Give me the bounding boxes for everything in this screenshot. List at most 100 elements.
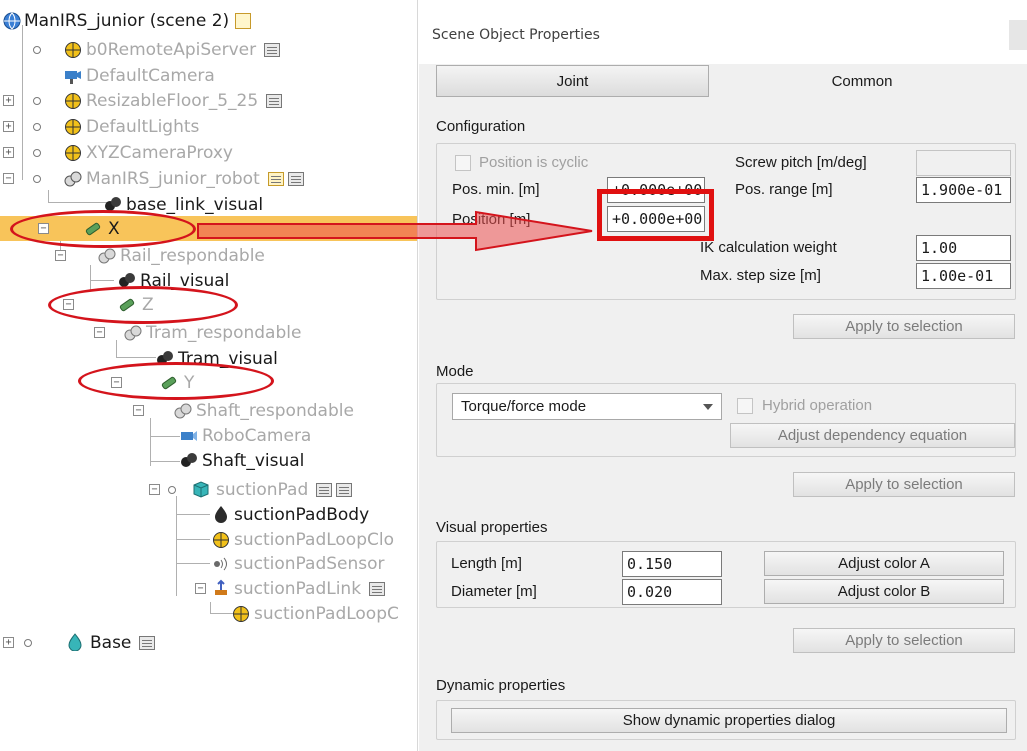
apply-visual-button[interactable]: Apply to selection (793, 628, 1015, 653)
expand-icon[interactable]: + (3, 121, 14, 132)
model-properties-icon (266, 93, 283, 108)
screw-pitch-input[interactable] (916, 150, 1011, 176)
show-dynamic-properties-label: Show dynamic properties dialog (622, 712, 836, 729)
collapse-icon[interactable]: − (38, 223, 49, 234)
tree-item-defaultlights[interactable]: + DefaultLights (0, 114, 417, 139)
dummy-icon (65, 145, 81, 161)
shape-icon (157, 351, 173, 365)
collapse-icon[interactable]: − (55, 250, 66, 261)
diameter-input[interactable]: 0.020 (622, 579, 722, 605)
shape-icon (119, 273, 135, 287)
shape-icon (181, 453, 197, 467)
position-input[interactable]: +0.000e+00 (607, 206, 705, 232)
model-dot-icon (33, 175, 41, 183)
length-input[interactable]: 0.150 (622, 551, 722, 577)
expand-icon[interactable]: + (3, 147, 14, 158)
tree-item-suctionpadsensor[interactable]: suctionPadSensor (0, 551, 417, 576)
tree-item-label: suctionPadBody (234, 504, 370, 525)
tab-joint-label: Joint (556, 72, 589, 90)
shape-icon (215, 506, 227, 523)
expand-icon[interactable]: + (3, 637, 14, 648)
close-button[interactable] (1009, 20, 1027, 50)
diameter-label: Diameter [m] (451, 583, 537, 600)
apply-configuration-button[interactable]: Apply to selection (793, 314, 1015, 339)
adjust-dependency-button[interactable]: Adjust dependency equation (730, 423, 1015, 448)
position-cyclic-checkbox[interactable] (455, 155, 471, 171)
adjust-color-b-button[interactable]: Adjust color B (764, 579, 1004, 604)
scene-hierarchy[interactable]: ManIRS_junior (scene 2) b0RemoteApiServe… (0, 0, 418, 751)
collapse-icon[interactable]: − (3, 173, 14, 184)
tree-item-joint-x[interactable]: − X (0, 216, 417, 241)
tree-item-shaft-visual[interactable]: Shaft_visual (0, 448, 417, 473)
max-step-input[interactable]: 1.00e-01 (916, 263, 1011, 289)
tree-item-suctionpadloopc[interactable]: suctionPadLoopC (0, 601, 417, 626)
tab-common-label: Common (831, 72, 893, 90)
tree-item-b0remoteapiserver[interactable]: b0RemoteApiServer (0, 37, 417, 62)
globe-icon (3, 12, 21, 30)
apply-visual-label: Apply to selection (845, 632, 963, 649)
tree-item-label: XYZCameraProxy (86, 142, 233, 163)
ik-weight-input[interactable]: 1.00 (916, 235, 1011, 261)
tree-item-scene-root[interactable]: ManIRS_junior (scene 2) (0, 8, 417, 33)
tree-item-suctionpad[interactable]: − suctionPad (0, 477, 417, 502)
expand-icon[interactable]: + (3, 95, 14, 106)
tree-item-label: ManIRS_junior (scene 2) (24, 10, 230, 31)
collapse-icon[interactable]: − (149, 484, 160, 495)
tab-common[interactable]: Common (711, 65, 1013, 97)
pos-range-input[interactable]: 1.900e-01 (916, 177, 1011, 203)
collapse-icon[interactable]: − (63, 299, 74, 310)
tree-item-label: ResizableFloor_5_25 (86, 90, 259, 111)
tree-item-rail-respondable[interactable]: − Rail_respondable (0, 243, 417, 268)
pos-min-input[interactable]: +0.000e+00 (607, 177, 705, 203)
tree-item-suctionpadloopclo[interactable]: suctionPadLoopClo (0, 527, 417, 552)
tree-item-base-link-visual[interactable]: base_link_visual (0, 192, 417, 217)
model-dot-icon (33, 97, 41, 105)
tree-item-defaultcamera[interactable]: DefaultCamera (0, 63, 417, 88)
collapse-icon[interactable]: − (94, 327, 105, 338)
tree-item-suctionpadbody[interactable]: suctionPadBody (0, 502, 417, 527)
model-properties-icon (139, 635, 156, 650)
tree-item-label: X (108, 218, 120, 239)
model-dot-icon (33, 123, 41, 131)
tree-item-tram-respondable[interactable]: − Tram_respondable (0, 320, 417, 345)
tree-item-rail-visual[interactable]: Rail_visual (0, 268, 417, 293)
dummy-icon (213, 532, 229, 548)
model-properties-icon (287, 171, 304, 186)
tab-joint[interactable]: Joint (436, 65, 709, 97)
collapse-icon[interactable]: − (195, 583, 206, 594)
chevron-down-icon (703, 404, 713, 410)
adjust-color-a-button[interactable]: Adjust color A (764, 551, 1004, 576)
show-dynamic-properties-button[interactable]: Show dynamic properties dialog (451, 708, 1007, 733)
tree-item-label: suctionPadLoopClo (234, 529, 394, 550)
apply-mode-button[interactable]: Apply to selection (793, 472, 1015, 497)
tree-item-robocamera[interactable]: RoboCamera (0, 423, 417, 448)
tree-item-label: base_link_visual (126, 194, 264, 215)
pos-range-label: Pos. range [m] (735, 181, 833, 198)
mode-select[interactable]: Torque/force mode (452, 393, 722, 420)
tree-item-suctionpadlink[interactable]: − suctionPadLink (0, 576, 417, 601)
model-dot-icon (168, 486, 176, 494)
tree-item-tram-visual[interactable]: Tram_visual (0, 346, 417, 371)
shape-icon (174, 403, 192, 419)
tree-item-joint-y[interactable]: − Y (0, 370, 417, 395)
collapse-icon[interactable]: − (111, 377, 122, 388)
configuration-group: Position is cyclic Screw pitch [m/deg] P… (436, 143, 1016, 300)
model-properties-icon (316, 482, 333, 497)
script-icon (267, 171, 284, 186)
collapse-icon[interactable]: − (133, 405, 144, 416)
tree-item-label: suctionPadSensor (234, 553, 385, 574)
tree-item-base[interactable]: + Base (0, 630, 417, 655)
tree-item-label: RoboCamera (202, 425, 312, 446)
tree-item-xyzcameraproxy[interactable]: + XYZCameraProxy (0, 140, 417, 165)
tree-item-label: Shaft_respondable (196, 400, 354, 421)
model-dot-icon (33, 149, 41, 157)
dialog-title: Scene Object Properties (432, 27, 600, 43)
tree-item-resizablefloor[interactable]: + ResizableFloor_5_25 (0, 88, 417, 113)
tree-item-joint-z[interactable]: − Z (0, 292, 417, 317)
tree-item-shaft-respondable[interactable]: − Shaft_respondable (0, 398, 417, 423)
configuration-header: Configuration (436, 118, 526, 135)
tree-item-manirs-junior-robot[interactable]: − ManIRS_junior_robot (0, 166, 417, 191)
hybrid-operation-checkbox[interactable] (737, 398, 753, 414)
tree-item-label: Y (184, 372, 195, 393)
tree-item-label: ManIRS_junior_robot (86, 168, 260, 189)
